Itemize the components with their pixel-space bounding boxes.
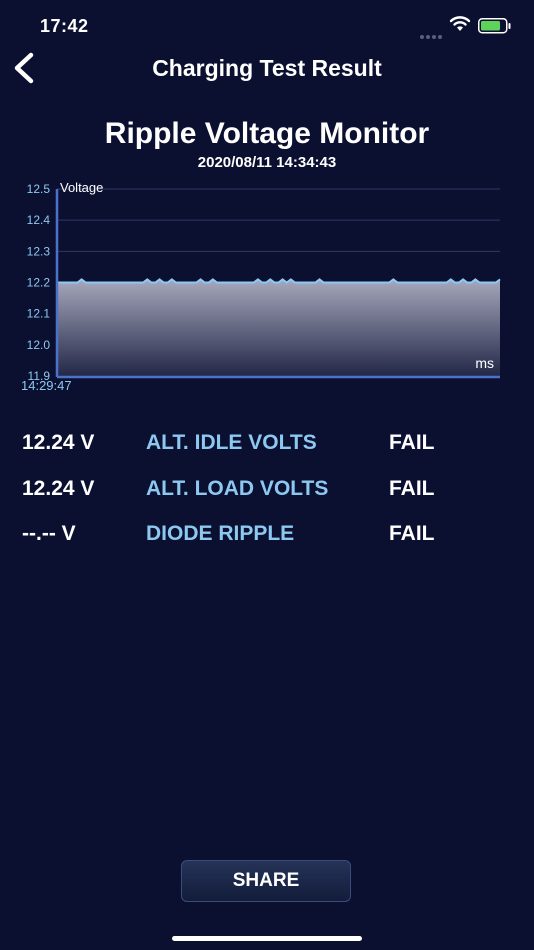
test-name: ALT. LOAD VOLTS <box>146 477 329 500</box>
share-button[interactable]: SHARE <box>181 860 351 902</box>
status-badge: FAIL <box>389 431 435 454</box>
status-badge: FAIL <box>389 522 435 545</box>
result-row-idle: 12.24 V ALT. IDLE VOLTS FAIL <box>0 431 534 461</box>
result-row-ripple: --.-- V DIODE RIPPLE FAIL <box>0 522 534 552</box>
home-indicator <box>172 936 362 941</box>
chart-y-tick-label: 12.4 <box>27 213 51 227</box>
reading-value: 12.24 V <box>22 431 95 454</box>
chart-y-tick-label: 12.1 <box>27 307 51 321</box>
chart-y-tick-label: 12.5 <box>27 182 51 196</box>
result-row-load: 12.24 V ALT. LOAD VOLTS FAIL <box>0 477 534 507</box>
chart-series-line <box>57 278 501 284</box>
chart-y-tick-label: 12.3 <box>27 244 51 258</box>
chart-y-tick-label: 12.0 <box>27 338 51 352</box>
reading-value: --.-- V <box>22 522 76 545</box>
nav-bar: Charging Test Result <box>0 46 534 90</box>
reading-value: 12.24 V <box>22 477 95 500</box>
chart-y-tick-label: 12.2 <box>27 276 51 290</box>
status-badge: FAIL <box>389 477 435 500</box>
wifi-icon <box>449 16 471 31</box>
monitor-datetime: 2020/08/11 14:34:43 <box>197 154 337 171</box>
test-name: DIODE RIPPLE <box>146 522 295 545</box>
chart-x-start-label: 14:29:47 <box>21 378 72 393</box>
chart-y-axis-label: Voltage <box>60 180 103 195</box>
cellular-signal-icon <box>420 26 444 44</box>
chart-x-axis-label: ms <box>475 355 494 371</box>
ripple-voltage-chart: 12.512.412.312.212.112.011.9 Voltage ms … <box>21 180 501 393</box>
status-time: 17:42 <box>40 16 89 36</box>
test-name: ALT. IDLE VOLTS <box>146 431 317 454</box>
status-bar: 17:42 <box>0 0 534 50</box>
chart-area-fill <box>57 279 500 376</box>
page-title: Charging Test Result <box>152 55 382 81</box>
monitor-title: Ripple Voltage Monitor <box>104 117 430 150</box>
battery-icon <box>478 18 511 34</box>
